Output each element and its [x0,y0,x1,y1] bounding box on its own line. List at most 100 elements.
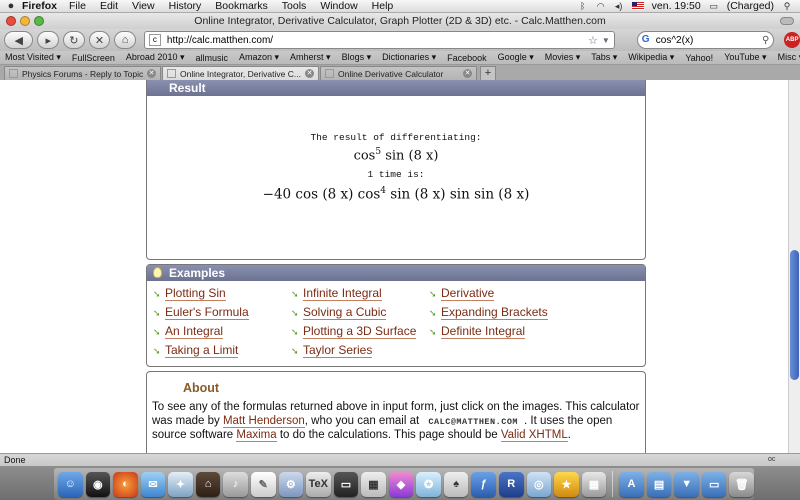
bookmark-item[interactable]: FullScreen [72,53,115,63]
calendar-icon[interactable]: ▦ [361,471,386,497]
r-app-icon[interactable]: R [499,471,524,497]
menu-view[interactable]: View [132,0,155,12]
author-link[interactable]: Matt Henderson [222,414,305,428]
example-link[interactable]: Euler's Formula [165,306,249,320]
bookmark-item[interactable]: Dictionaries ▾ [382,52,436,63]
clock[interactable]: ven. 19:50 [652,0,701,12]
system-prefs-icon[interactable]: ⚙ [278,471,304,497]
battery-icon[interactable]: ▭ [709,1,719,11]
search-bar[interactable]: G cos^2(x) ⚲ [636,31,775,49]
apple-icon[interactable]: ● [0,0,22,12]
mail-icon[interactable]: ✉ [140,471,166,497]
bookmark-item[interactable]: Abroad 2010 ▾ [126,52,185,63]
bookmark-item[interactable]: Amherst ▾ [290,52,331,63]
firefox-icon[interactable]: ◐ [113,471,138,497]
finder-icon[interactable]: ☺ [58,471,83,497]
stop-button[interactable]: ✕ [88,31,111,49]
documents-folder-icon[interactable]: ▤ [646,471,672,497]
menu-file[interactable]: File [69,0,86,12]
tab-physics-forums[interactable]: Physics Forums - Reply to Topic ✕ [4,66,161,80]
vertical-scrollbar[interactable] [788,80,800,453]
close-window-button[interactable] [6,16,16,26]
globe-app-icon[interactable]: ◎ [526,471,552,497]
valid-xhtml-link[interactable]: Valid XHTML [500,429,568,442]
menu-bookmarks[interactable]: Bookmarks [215,0,268,12]
bookmark-item[interactable]: Google ▾ [498,52,534,63]
example-link[interactable]: Plotting a 3D Surface [303,325,417,339]
back-button[interactable]: ◀ [4,31,34,49]
menu-app-name[interactable]: Firefox [22,0,57,12]
bluetooth-icon[interactable]: ᛒ [578,1,588,11]
photos-icon[interactable]: ⌂ [195,471,221,497]
search-input[interactable]: cos^2(x) [656,35,762,46]
output-expression[interactable]: −40 cos (8 x) cos4 sin (8 x) sin sin (8 … [147,186,645,203]
safari-icon[interactable]: ✦ [168,471,193,497]
example-link[interactable]: Taylor Series [303,344,373,358]
menu-tools[interactable]: Tools [282,0,307,12]
terminal-icon[interactable]: ▭ [333,471,359,497]
menu-help[interactable]: Help [372,0,394,12]
example-link[interactable]: Derivative [441,287,495,301]
maxima-link[interactable]: Maxima [236,429,277,442]
spaces-icon[interactable]: ▦ [581,471,607,497]
tab-close-icon[interactable]: ✕ [463,69,472,78]
cards-app-icon[interactable]: ♠ [443,471,469,497]
minimize-window-button[interactable] [20,16,30,26]
menu-edit[interactable]: Edit [100,0,118,12]
bookmark-item[interactable]: YouTube ▾ [724,52,766,63]
tab-close-icon[interactable]: ✕ [147,69,156,78]
search-icon[interactable]: ⚲ [762,35,769,46]
bookmark-item[interactable]: Most Visited ▾ [5,52,61,63]
home-button[interactable]: ⌂ [114,31,136,49]
bookmark-item[interactable]: Tabs ▾ [591,52,617,63]
textedit-icon[interactable]: ✎ [250,471,276,497]
forward-button[interactable]: ▸ [37,31,60,49]
tab-online-derivative[interactable]: Online Derivative Calculator ✕ [320,66,477,80]
bookmark-item[interactable]: Wikipedia ▾ [628,52,674,63]
bookmark-item[interactable]: Yahoo! [685,53,713,63]
menu-window[interactable]: Window [320,0,357,12]
example-link[interactable]: An Integral [165,325,224,339]
zoom-window-button[interactable] [34,16,44,26]
cube-app-icon[interactable]: ◆ [388,471,414,497]
example-link[interactable]: Definite Integral [441,325,526,339]
input-expression[interactable]: cos5 sin (8 x) [147,147,645,163]
shell-app-icon[interactable]: ✪ [416,471,441,497]
tab-online-integrator[interactable]: Online Integrator, Derivative C... ✕ [162,66,319,80]
example-link[interactable]: Plotting Sin [165,287,226,301]
tab-close-icon[interactable]: ✕ [305,69,314,78]
reload-button[interactable]: ↻ [63,31,85,49]
bookmark-item[interactable]: Movies ▾ [545,52,581,63]
bookmark-item[interactable]: Amazon ▾ [239,52,279,63]
example-link[interactable]: Solving a Cubic [303,306,387,320]
downloads-folder-icon[interactable]: ▼ [674,471,699,497]
dashboard-icon[interactable]: ◉ [85,471,111,497]
toolbar-toggle-button[interactable] [780,17,794,25]
trash-icon[interactable]: 🗑 [729,471,755,497]
example-link[interactable]: Taking a Limit [165,344,239,358]
star-app-icon[interactable]: ★ [554,471,579,497]
bookmark-item[interactable]: Blogs ▾ [342,52,372,63]
flag-icon[interactable] [631,2,644,10]
url-dropdown-icon[interactable]: ▼ [602,36,610,45]
wifi-icon[interactable]: ◠ [596,1,606,11]
latex-icon[interactable]: TeX [306,471,331,497]
flash-app-icon[interactable]: ƒ [471,471,496,497]
bookmark-item[interactable]: Misc ▾ [778,52,800,63]
scrollbar-thumb[interactable] [790,250,799,380]
itunes-icon[interactable]: ♪ [223,471,248,497]
new-tab-button[interactable]: + [480,66,496,80]
applications-folder-icon[interactable]: A [619,471,644,497]
bookmark-item[interactable]: allmusic [195,53,228,63]
example-link[interactable]: Expanding Brackets [441,306,548,320]
url-bar[interactable]: c http://calc.matthen.com/ ☆ ▼ [143,31,615,49]
bookmark-item[interactable]: Facebook [447,53,487,63]
adblock-button[interactable]: ABP [784,32,800,48]
spotlight-icon[interactable]: ⚲ [782,1,792,11]
folder-icon[interactable]: ▭ [701,471,727,497]
example-link[interactable]: Infinite Integral [303,287,382,301]
volume-icon[interactable]: ◂) [614,1,624,11]
url-text[interactable]: http://calc.matthen.com/ [167,35,588,46]
google-search-engine-icon[interactable]: G [642,34,656,46]
menu-history[interactable]: History [169,0,202,12]
